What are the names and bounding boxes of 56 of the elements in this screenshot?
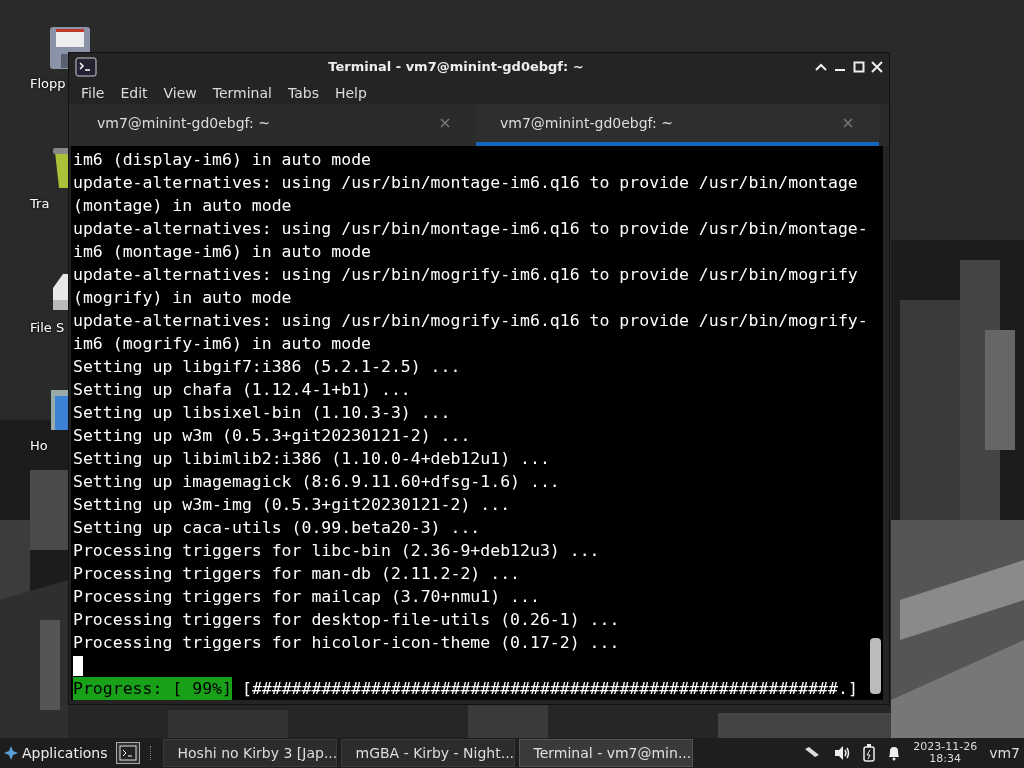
menu-item[interactable]: File bbox=[73, 84, 113, 101]
bell-icon[interactable] bbox=[887, 745, 902, 761]
window-title: Terminal - vm7@minint-gd0ebgf: ~ bbox=[327, 59, 585, 75]
terminal-line: update-alternatives: using /usr/bin/montage-im6.q16 to provide /usr/bin/montage bbox=[73, 172, 859, 194]
menu-item[interactable]: Help bbox=[326, 84, 375, 101]
menu-item[interactable]: Terminal bbox=[204, 84, 280, 101]
folder-icon[interactable] bbox=[49, 388, 68, 432]
taskbar-button[interactable]: Terminal - vm7@min... bbox=[518, 739, 693, 767]
menu-item[interactable]: Edit bbox=[112, 84, 156, 101]
progress-label: Progress: [ 99%] bbox=[73, 677, 232, 700]
tab[interactable]: vm7@minint-gd0ebgf: ~ bbox=[73, 104, 476, 146]
terminal-line: Processing triggers for hicolor-icon-theme (0.17-2) ... bbox=[73, 632, 621, 654]
terminal-launcher[interactable] bbox=[115, 742, 140, 764]
terminal-line: update-alternatives: using /usr/bin/montage-im6.q16 to provide /usr/bin/montage- bbox=[73, 218, 868, 240]
terminal-line: Processing triggers for mailcap (3.70+nmu1) ... bbox=[73, 586, 541, 608]
terminal-line: Setting up imagemagick (8:6.9.11.60+dfsg-1.6) ... bbox=[73, 471, 561, 493]
terminal-line: Setting up caca-utils (0.99.beta20-3) ... bbox=[73, 517, 482, 539]
terminal-line: Processing triggers for desktop-file-utils (0.26-1) ... bbox=[73, 609, 621, 631]
applications-menu[interactable]: Applications bbox=[22, 745, 108, 761]
terminal-line: Processing triggers for man-db (2.11.2-2) ... bbox=[73, 563, 522, 585]
terminal-line: Setting up w3m (0.5.3+git20230121-2) ... bbox=[73, 425, 472, 447]
terminal-line: im6 (display-im6) in auto mode bbox=[73, 149, 372, 171]
terminal-line: (montage) in auto mode bbox=[73, 195, 293, 217]
taskbar-button[interactable]: Hoshi no Kirby 3 [Jap... bbox=[162, 739, 337, 767]
terminal-line: Setting up libsixel-bin (1.10.3-3) ... bbox=[73, 402, 452, 424]
menu-icon[interactable] bbox=[4, 746, 18, 760]
progress-bar-text: [###########################################################.] bbox=[241, 678, 858, 700]
volume-icon[interactable] bbox=[833, 745, 852, 761]
terminal-icon bbox=[118, 745, 137, 761]
user-name[interactable]: vm7 bbox=[989, 745, 1020, 761]
taskbar-button[interactable]: mGBA - Kirby - Night... bbox=[340, 739, 515, 767]
terminal-line: Setting up libgif7:i386 (5.2.1-2.5) ... bbox=[73, 356, 462, 378]
scrollbar-thumb[interactable] bbox=[869, 638, 881, 694]
menu-item[interactable]: View bbox=[155, 84, 205, 101]
icon-label: Tra bbox=[30, 196, 50, 211]
menu-item[interactable]: Tabs bbox=[279, 84, 327, 101]
terminal-line: Setting up chafa (1.12.4-1+b1) ... bbox=[73, 379, 412, 401]
terminal-area[interactable] bbox=[71, 146, 883, 700]
clock[interactable]: 2023-11-26 18:34 bbox=[913, 741, 978, 765]
terminal-line: update-alternatives: using /usr/bin/mogrify-im6.q16 to provide /usr/bin/mogrify- bbox=[73, 310, 868, 332]
icon-label: File S bbox=[30, 320, 65, 335]
maximize-icon[interactable] bbox=[853, 60, 865, 73]
chevron-up-icon[interactable] bbox=[815, 61, 827, 72]
terminal-line: Setting up w3m-img (0.5.3+git20230121-2) ... bbox=[73, 494, 512, 516]
terminal-line: (mogrify) in auto mode bbox=[73, 287, 293, 309]
terminal-line: update-alternatives: using /usr/bin/mogrify-im6.q16 to provide /usr/bin/mogrify bbox=[73, 264, 859, 286]
terminal-line: im6 (montage-im6) in auto mode bbox=[73, 241, 372, 263]
terminal-line: im6 (mogrify-im6) in auto mode bbox=[73, 333, 372, 355]
battery-icon[interactable] bbox=[863, 744, 876, 762]
terminal-line: Setting up libimlib2:i386 (1.10.0-4+deb12u1) ... bbox=[73, 448, 551, 470]
date-text: 2023-11-26 bbox=[913, 741, 978, 753]
terminal-icon bbox=[75, 56, 97, 77]
time-text: 18:34 bbox=[929, 753, 962, 765]
terminal-line: Processing triggers for libc-bin (2.36-9+deb12u3) ... bbox=[73, 540, 601, 562]
text-cursor bbox=[73, 656, 83, 676]
icon-label: Flopp bbox=[30, 76, 66, 91]
